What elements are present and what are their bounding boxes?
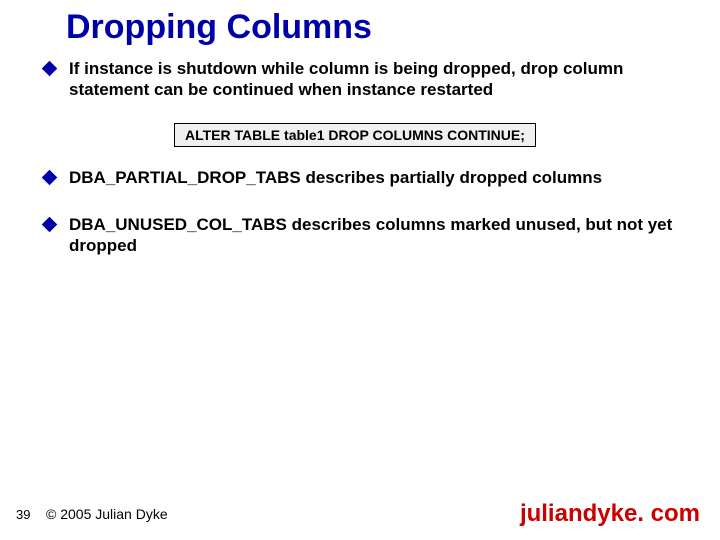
page-number: 39	[16, 507, 30, 522]
content-area: If instance is shutdown while column is …	[44, 58, 684, 274]
copyright-text: © 2005 Julian Dyke	[46, 506, 168, 522]
site-label: juliandyke. com	[520, 500, 700, 528]
bullet-item: DBA_UNUSED_COL_TABS describes columns ma…	[44, 214, 684, 257]
bullet-text: If instance is shutdown while column is …	[69, 58, 684, 101]
code-box: ALTER TABLE table1 DROP COLUMNS CONTINUE…	[174, 123, 536, 147]
slide: Dropping Columns If instance is shutdown…	[0, 0, 720, 540]
bullet-text: DBA_PARTIAL_DROP_TABS describes partiall…	[69, 167, 684, 188]
bullet-diamond-icon	[42, 61, 58, 77]
bullet-diamond-icon	[42, 169, 58, 185]
bullet-diamond-icon	[42, 216, 58, 232]
bullet-item: If instance is shutdown while column is …	[44, 58, 684, 101]
bullet-text: DBA_UNUSED_COL_TABS describes columns ma…	[69, 214, 684, 257]
slide-title: Dropping Columns	[66, 8, 372, 47]
bullet-item: DBA_PARTIAL_DROP_TABS describes partiall…	[44, 167, 684, 188]
